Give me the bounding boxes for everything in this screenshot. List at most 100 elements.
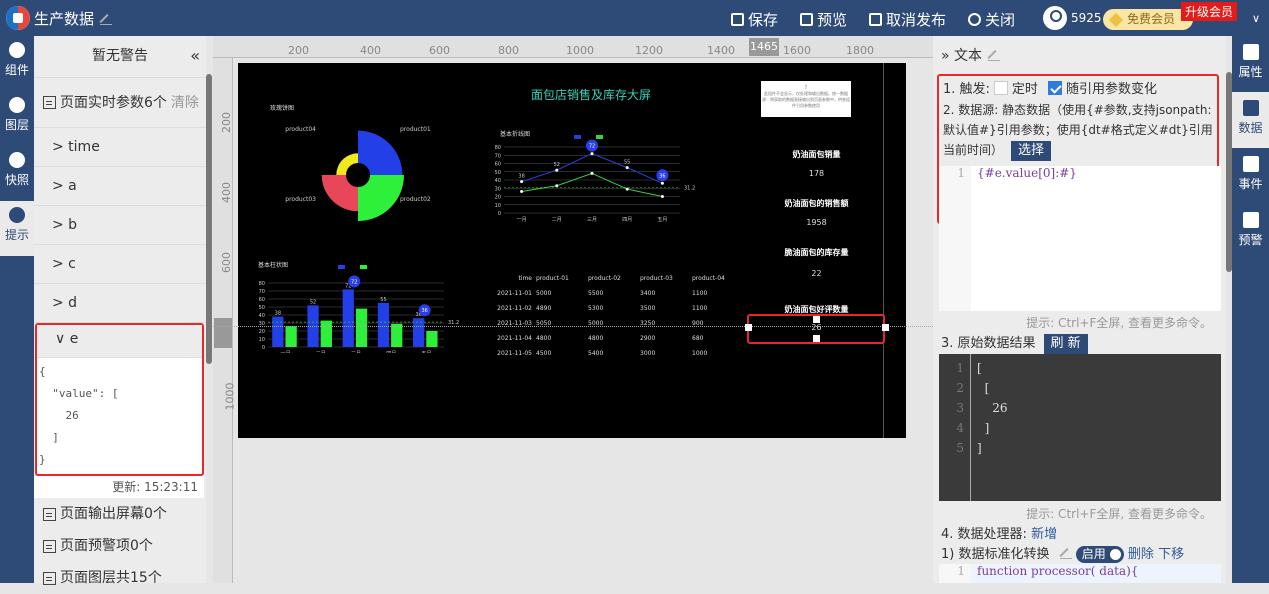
bar <box>426 331 438 347</box>
tab-alerts[interactable]: 预警 <box>1232 204 1269 260</box>
rose-pie-chart[interactable]: product01 product02 product03 product04 <box>278 113 488 223</box>
processor-item: 1) 数据标准化转换 启用 删除 下移 <box>941 546 1185 563</box>
resize-handle[interactable] <box>813 316 820 323</box>
preview-button[interactable]: 预览 <box>800 9 847 30</box>
x-tick-label: 二月 <box>552 217 562 223</box>
data-point <box>555 184 559 188</box>
kpi-label[interactable]: 奶油面包销量 <box>749 149 884 160</box>
series-line <box>521 172 663 197</box>
user-avatar-icon[interactable] <box>1043 6 1067 30</box>
table-cell: 3500 <box>640 305 656 312</box>
add-processor-link[interactable]: 新增 <box>1031 527 1057 542</box>
delete-link[interactable]: 删除 <box>1128 547 1154 562</box>
series-line <box>521 153 663 184</box>
tab-events[interactable]: 事件 <box>1232 148 1269 204</box>
nav-components[interactable]: 组件 <box>0 36 34 91</box>
move-down-link[interactable]: 下移 <box>1158 547 1184 562</box>
resize-handle[interactable] <box>882 324 889 331</box>
enable-toggle[interactable]: 启用 <box>1075 546 1124 563</box>
raw-result-editor[interactable]: 12345 [ [ 26 ] ] <box>939 354 1221 501</box>
line-chart[interactable]: 01020304050607080一月二月三月四月五月3852725536723… <box>488 133 718 233</box>
edit-title-icon[interactable] <box>100 13 113 25</box>
data-label: 55 <box>624 160 630 166</box>
data-label: 55 <box>380 297 386 303</box>
param-e-json: { "value": [ 26 ] } <box>39 365 119 466</box>
kpi-value[interactable]: 178 <box>749 169 884 178</box>
cube-icon <box>9 42 25 58</box>
page-alerts[interactable]: 页面预警项0个 <box>34 530 206 562</box>
data-label: 38 <box>518 174 524 180</box>
nav-snapshot[interactable]: 快照 <box>0 146 34 201</box>
datasource-editor[interactable]: 1 {#e.value[0]:#} <box>939 166 1221 311</box>
table-cell: 2021-11-03 <box>497 320 532 327</box>
data-point <box>590 152 594 156</box>
kpi-column: 此组件不会显示，仅处理和输出数据。统一数据源：将获取的数据直接输出到页面参数中，… <box>749 63 884 438</box>
left-scrollbar[interactable] <box>206 74 212 364</box>
y-tick-label: 80 <box>495 145 501 151</box>
data-point <box>625 166 629 170</box>
data-label: 52 <box>310 299 316 305</box>
bar-chart[interactable]: 01020304050607080一月二月三月四月五月3852725536723… <box>252 263 482 353</box>
h-ruler-marker: 1465 <box>749 38 779 56</box>
output-screens[interactable]: 页面输出屏幕0个 <box>34 498 206 530</box>
table-cell: 4800 <box>536 335 552 342</box>
upgrade-button[interactable]: 升级会员 <box>1181 2 1238 21</box>
collapse-icon[interactable]: « <box>190 36 200 76</box>
tab-data[interactable]: 数据 <box>1232 92 1269 148</box>
y-tick-label: 40 <box>259 313 265 319</box>
x-tick-label: 四月 <box>622 217 632 223</box>
kpi-value[interactable]: 1958 <box>749 218 884 227</box>
select-button[interactable]: 选择 <box>1011 141 1052 161</box>
nav-layers[interactable]: 图层 <box>0 91 34 146</box>
x-tick-label: 二月 <box>316 351 326 353</box>
processor-editor[interactable]: 1 function processor( data){ <box>939 564 1221 583</box>
pie-label: product01 <box>400 126 431 133</box>
param-e[interactable]: ∨ e <box>37 325 202 358</box>
dashboard-title: 面包店销售及库存大屏 <box>531 88 652 102</box>
save-button[interactable]: 保存 <box>731 9 778 30</box>
bar <box>355 308 368 347</box>
coin-count: 5925 <box>1071 11 1102 25</box>
selected-text-component[interactable] <box>745 314 889 344</box>
resize-handle[interactable] <box>813 335 820 342</box>
marker-label: 72 <box>589 144 595 150</box>
table-cell: 680 <box>692 335 704 342</box>
table-cell: 4890 <box>536 305 552 312</box>
param-b[interactable]: > b <box>34 206 206 245</box>
kpi-value[interactable]: 22 <box>749 269 884 278</box>
kpi-label[interactable]: 脆油面包的库存量 <box>749 247 884 258</box>
unpublish-button[interactable]: 取消发布 <box>869 9 946 30</box>
database-icon <box>1242 100 1259 116</box>
param-c[interactable]: > c <box>34 245 206 284</box>
clear-button[interactable]: 清除 <box>171 78 199 128</box>
y-tick-label: 60 <box>259 297 265 303</box>
layers-icon <box>9 97 25 113</box>
edit-name-icon[interactable] <box>988 49 1001 61</box>
average-label: 31.2 <box>684 185 695 191</box>
nav-hints[interactable]: 提示 <box>0 201 34 256</box>
edit-processor-icon[interactable] <box>1059 547 1072 559</box>
param-a[interactable]: > a <box>34 167 206 206</box>
timer-checkbox[interactable] <box>993 81 1008 95</box>
bulb-icon <box>9 207 25 223</box>
close-button[interactable]: 关闭 <box>968 9 1015 30</box>
processor-row: 4. 数据处理器: 新增 <box>941 527 1058 542</box>
alarm-icon <box>1242 212 1259 228</box>
param-time[interactable]: > time <box>34 128 206 167</box>
legend-swatch <box>360 265 367 269</box>
page-layers[interactable]: 页面图层共15个 <box>34 562 206 594</box>
design-canvas[interactable]: 玫瑰饼图 product01 product02 product03 product0… <box>238 63 906 438</box>
param-d[interactable]: > d <box>34 284 206 323</box>
table-cell: 5050 <box>536 320 552 327</box>
power-icon <box>968 13 981 26</box>
member-badge[interactable]: 免费会员 <box>1103 9 1193 30</box>
resize-handle[interactable] <box>745 324 752 331</box>
chevron-down-icon[interactable]: ∨ <box>1252 12 1260 25</box>
y-tick-label: 60 <box>495 162 501 168</box>
follow-param-checkbox[interactable] <box>1047 81 1062 95</box>
tab-properties[interactable]: 属性 <box>1232 36 1269 92</box>
save-icon <box>731 13 744 26</box>
data-point <box>625 187 629 191</box>
kpi-label[interactable]: 奶油面包的销售额 <box>749 198 884 209</box>
refresh-button[interactable]: 刷 新 <box>1043 334 1088 354</box>
